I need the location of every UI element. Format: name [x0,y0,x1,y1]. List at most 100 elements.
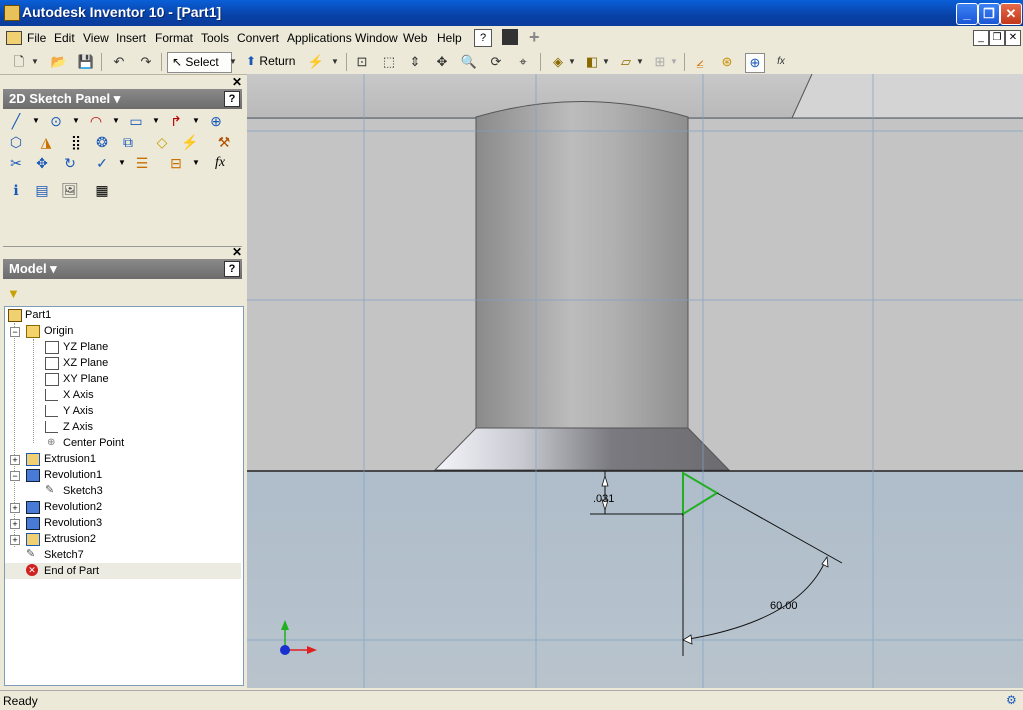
menu-web[interactable]: Web [403,31,427,45]
insert-dropdown-icon[interactable]: ▼ [187,154,205,172]
tree-item-y-axis[interactable]: Y Axis [5,403,241,419]
tree-item-xy-plane[interactable]: XY Plane [5,371,241,387]
camera-dropdown-icon[interactable]: ▼ [601,53,611,71]
fillet-dropdown-icon[interactable]: ▼ [187,112,205,130]
polygon-icon[interactable]: ⬡ [7,133,25,151]
model-panel-header[interactable]: Model ▾ ? [3,259,242,279]
text-icon[interactable]: ℹ [7,181,25,199]
pan-icon[interactable]: ✥ [433,53,451,71]
constraint-dropdown-icon[interactable]: ▼ [113,154,131,172]
sketch-panel-help-icon[interactable]: ? [224,91,240,107]
rectangular-pattern-icon[interactable]: ⣿ [67,133,85,151]
zoom-all-icon[interactable]: ⊡ [353,53,371,71]
rectangle-icon[interactable]: ▭ [127,112,145,130]
mirror-icon[interactable]: ◮ [37,133,55,151]
menu-file[interactable]: File [27,31,46,45]
circle-dropdown-icon[interactable]: ▼ [67,112,85,130]
mdi-minimize-button[interactable]: _ [973,30,989,46]
model-panel-close-icon[interactable]: ✕ [232,245,242,259]
linear-dimension-value[interactable]: .031 [593,493,614,505]
angle-dimension-value[interactable]: 60.00 [770,600,798,612]
tree-item-xz-plane[interactable]: XZ Plane [5,355,241,371]
circular-pattern-icon[interactable]: ❂ [93,133,111,151]
shadow-icon[interactable]: ▱ [617,53,635,71]
tree-item-part1[interactable]: Part1 [5,307,241,323]
tree-item-sketch7[interactable]: ✎ Sketch7 [5,547,241,563]
save-icon[interactable]: 💾 [77,53,95,71]
arc-dropdown-icon[interactable]: ▼ [107,112,125,130]
panel-close-icon[interactable]: ✕ [232,75,242,89]
shadow-dropdown-icon[interactable]: ▼ [635,53,645,71]
geometry-text-icon[interactable]: ▤ [33,181,51,199]
filter-icon[interactable]: ▼ [7,286,20,301]
menu-applications[interactable]: Applications [287,31,352,45]
menu-view[interactable]: View [83,31,109,45]
fillet-icon[interactable]: ↱ [167,112,185,130]
expand-icon[interactable]: + [10,503,20,513]
move-icon[interactable]: ✥ [33,154,51,172]
menu-tools[interactable]: Tools [201,31,229,45]
select-button[interactable]: ↖ Select [167,52,232,73]
auto-dimension-icon[interactable]: ⚡ [181,133,199,151]
new-file-icon[interactable]: 🗋 [10,53,28,71]
expand-icon[interactable]: + [10,455,20,465]
model-panel-help-icon[interactable]: ? [224,261,240,277]
open-folder-icon[interactable]: 📂 [50,53,68,71]
constraint-icon[interactable]: ✓ [93,154,111,172]
tree-item-z-axis[interactable]: Z Axis [5,419,241,435]
display-mode-icon[interactable]: ◈ [549,53,567,71]
graphics-window[interactable]: .031 60.00 [247,74,1023,688]
parameters-icon[interactable] [502,29,518,45]
arc-icon[interactable]: ◠ [87,112,105,130]
insert-ag-icon[interactable]: ⊟ [167,154,185,172]
expand-icon[interactable]: + [10,535,20,545]
slice-graphics-icon[interactable]: ⦤ [691,53,709,71]
camera-icon[interactable]: ◧ [583,53,601,71]
show-constraints-icon[interactable]: ☰ [133,154,151,172]
point-icon[interactable]: ⊕ [207,112,225,130]
trim-icon[interactable]: ✂ [7,154,25,172]
mdi-restore-button[interactable]: ❐ [989,30,1005,46]
collapse-icon[interactable]: − [10,327,20,337]
redo-icon[interactable]: ↷ [137,53,155,71]
import-points-icon[interactable]: ▦ [93,181,111,199]
offset-icon[interactable]: ⧉ [119,133,137,151]
menu-edit[interactable]: Edit [54,31,75,45]
line-dropdown-icon[interactable]: ▼ [27,112,45,130]
analysis-icon[interactable]: ⊞ [651,53,669,71]
extend-icon[interactable]: ⚒ [215,133,233,151]
tree-item-yz-plane[interactable]: YZ Plane [5,339,241,355]
insert-image-icon[interactable]: 🖼 [61,181,79,199]
tree-item-extrusion1[interactable]: + Extrusion1 [5,451,241,467]
tree-item-center-point[interactable]: ⊕ Center Point [5,435,241,451]
sketch-dropdown-icon[interactable]: ▼ [330,53,340,71]
tree-item-x-axis[interactable]: X Axis [5,387,241,403]
minimize-button[interactable]: _ [956,3,978,25]
show-parameters-icon[interactable]: fx [772,53,790,71]
zoom-selected-icon[interactable]: 🔍 [460,53,478,71]
tree-item-revolution3[interactable]: + Revolution3 [5,515,241,531]
zoom-icon[interactable]: ⇕ [406,53,424,71]
sketch-icon[interactable]: ⚡ [307,53,325,71]
tree-item-extrusion2[interactable]: + Extrusion2 [5,531,241,547]
model-view[interactable]: .031 60.00 [247,74,1023,688]
menu-insert[interactable]: Insert [116,31,146,45]
maximize-button[interactable]: ❐ [978,3,1000,25]
tree-item-end-of-part[interactable]: ✕ End of Part [5,563,241,579]
analysis-dropdown-icon[interactable]: ▼ [669,53,679,71]
menu-window[interactable]: Window [355,31,398,45]
menu-convert[interactable]: Convert [237,31,279,45]
expand-icon[interactable]: + [10,519,20,529]
parameters-fx-icon[interactable]: fx [211,154,229,172]
menu-help[interactable]: Help [437,31,462,45]
undo-icon[interactable]: ↶ [110,53,128,71]
line-icon[interactable]: ╱ [7,112,25,130]
tree-item-sketch3[interactable]: ✎ Sketch3 [5,483,241,499]
menu-format[interactable]: Format [155,31,193,45]
sketch-grid-icon[interactable]: ⊕ [745,53,765,73]
project-geometry-icon[interactable]: ⊛ [718,53,736,71]
collapse-icon[interactable]: − [10,471,20,481]
sketch-panel-header[interactable]: 2D Sketch Panel ▾ ? [3,89,242,109]
tree-item-revolution1[interactable]: − Revolution1 [5,467,241,483]
tree-item-origin[interactable]: − Origin [5,323,241,339]
